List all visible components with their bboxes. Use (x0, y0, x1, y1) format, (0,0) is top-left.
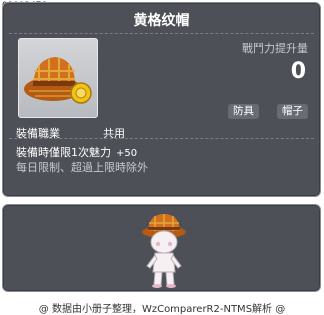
category-badge-armor: 防具 (228, 104, 259, 119)
effect-line: 裝備時僅限1次魅力 +50 (16, 144, 137, 160)
combat-power-value: 0 (290, 59, 306, 84)
character-avatar-icon (142, 214, 186, 288)
info-divider (9, 138, 314, 139)
effect-label: 裝備時僅限1次魅力 (16, 146, 111, 159)
limit-text: 每日限制、超過上限時除外 (16, 161, 148, 174)
category-badge-hat: 帽子 (277, 104, 308, 119)
title-divider (9, 33, 314, 34)
avatar-preview-panel (2, 204, 321, 292)
effect-value: +50 (116, 148, 138, 159)
combat-power-label: 戰鬥力提升量 (242, 42, 308, 55)
plaid-hat-icon (24, 57, 92, 104)
item-icon-frame (18, 38, 98, 118)
item-tooltip: 黄格纹帽 戰鬥力提升量 0 防具 帽子 裝備職業 共用 裝備時僅限1次魅力 +5… (2, 2, 321, 197)
item-title: 黄格纹帽 (133, 13, 190, 29)
footer-credit: @ 数据由小册子整理，WzComparerR2-NTMS解析 @ (38, 304, 286, 315)
